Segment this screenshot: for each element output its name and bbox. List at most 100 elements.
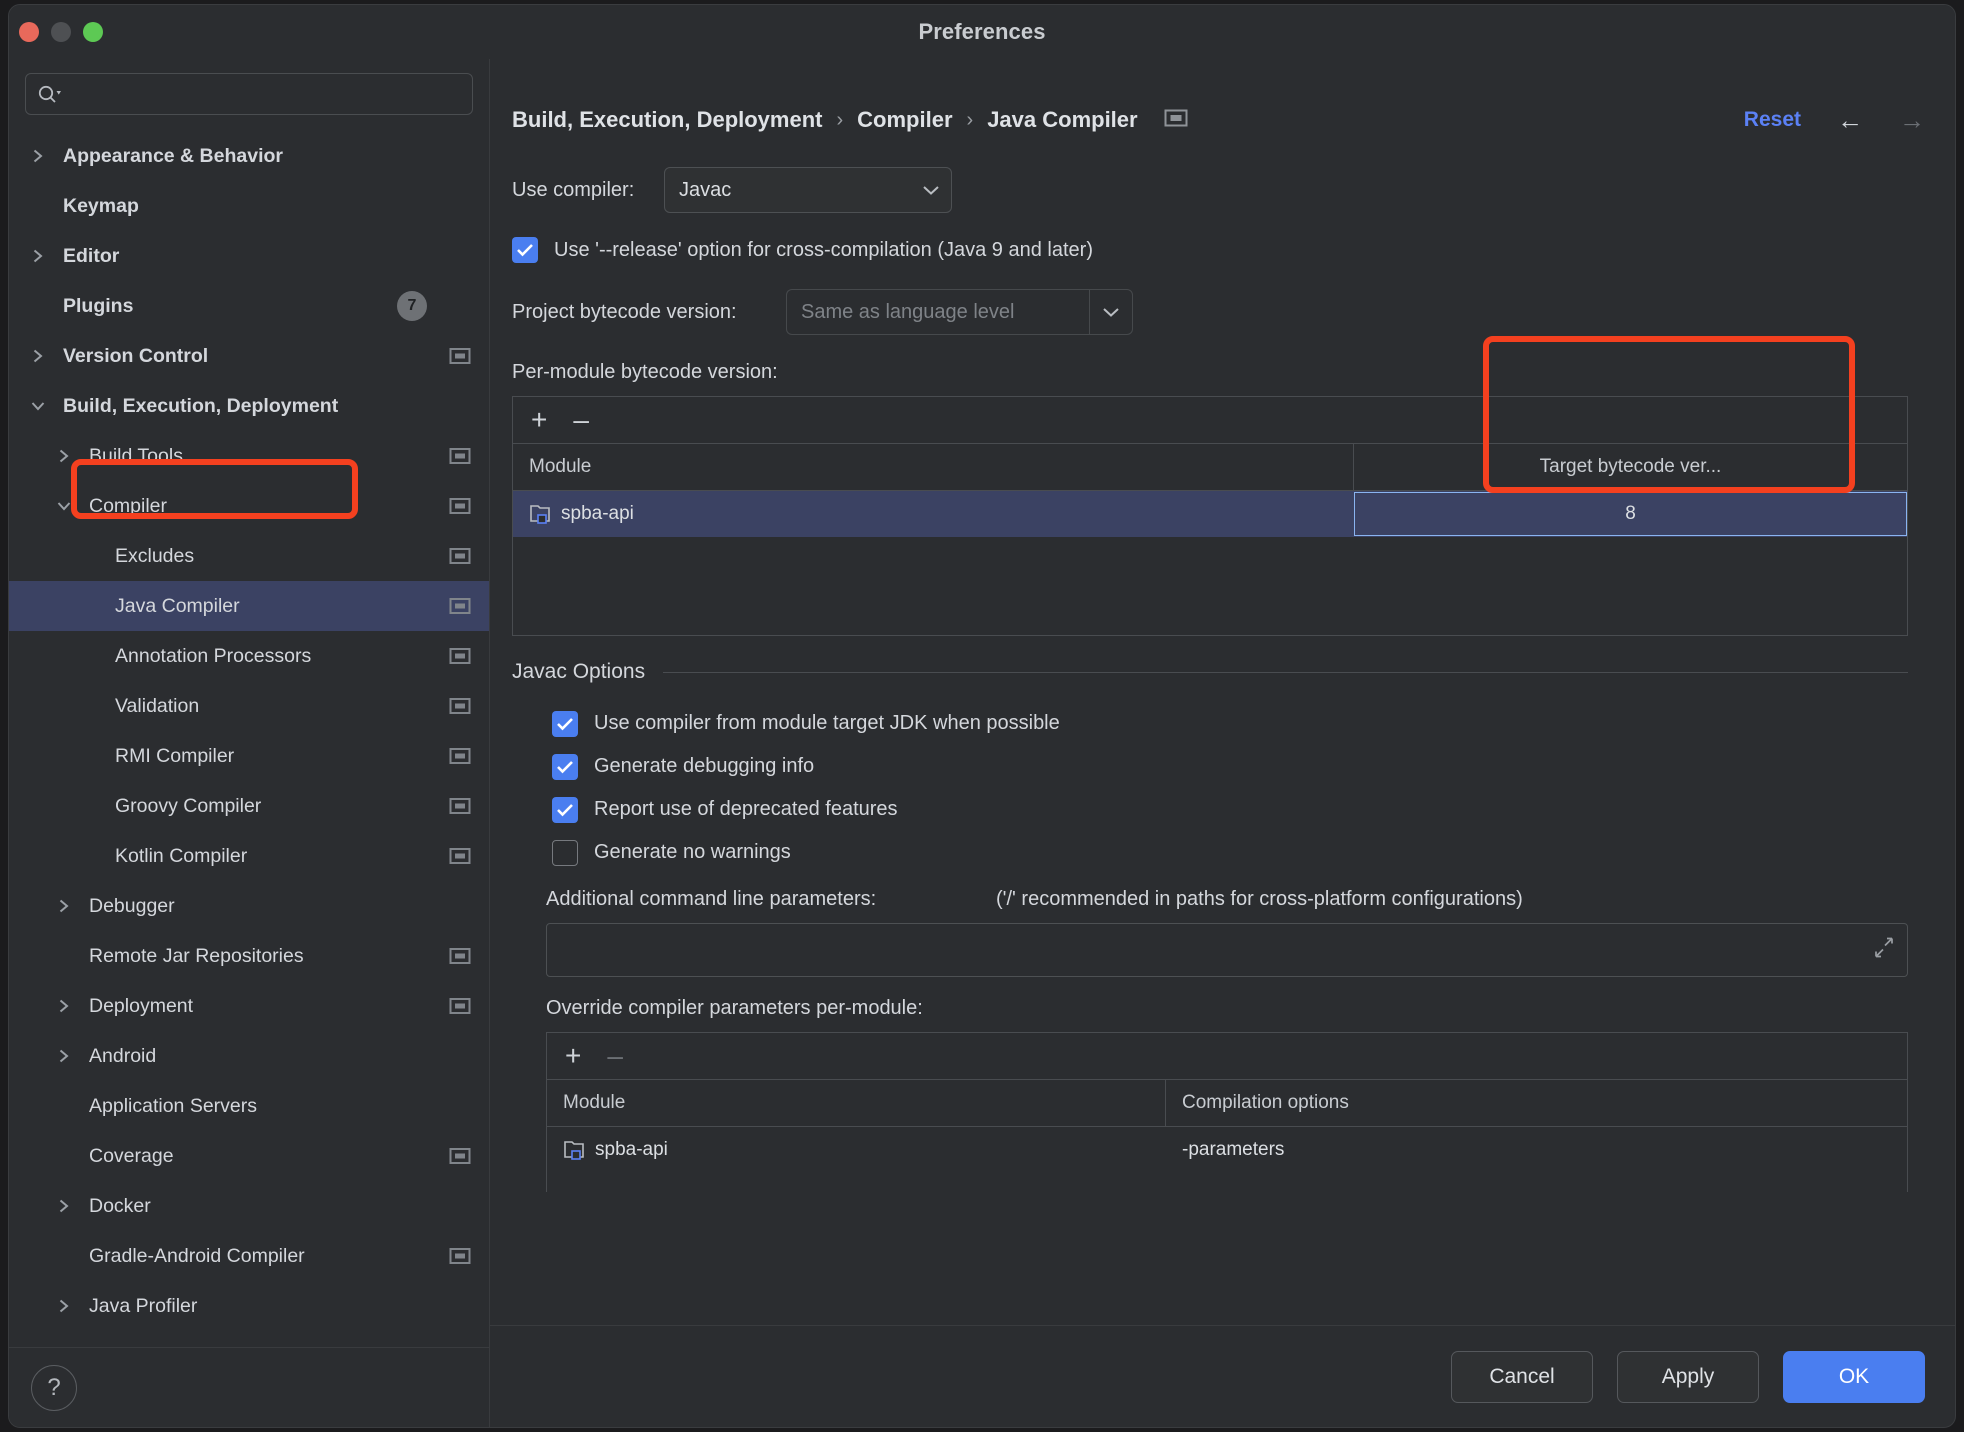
sidebar-item-build-tools[interactable]: Build Tools xyxy=(9,431,489,481)
close-window-button[interactable] xyxy=(19,22,39,42)
project-bytecode-value[interactable]: Same as language level xyxy=(786,289,1089,335)
chevron-right-icon[interactable] xyxy=(53,897,75,915)
chevron-right-icon[interactable] xyxy=(53,447,75,465)
project-scope-icon[interactable] xyxy=(447,696,473,716)
project-scope-icon[interactable] xyxy=(447,546,473,566)
project-bytecode-select[interactable]: Same as language level xyxy=(786,289,1133,335)
chevron-down-icon[interactable] xyxy=(53,498,75,514)
window-title: Preferences xyxy=(918,19,1046,44)
sidebar-item-compiler[interactable]: Compiler xyxy=(9,481,489,531)
override-col-module[interactable]: Module xyxy=(547,1092,1165,1114)
add-override-button[interactable]: + xyxy=(565,1042,581,1070)
minimize-window-button[interactable] xyxy=(51,22,71,42)
javac-option-row-3[interactable]: Generate no warnings xyxy=(552,831,1955,874)
project-scope-icon[interactable] xyxy=(447,646,473,666)
remove-module-button[interactable]: – xyxy=(573,406,589,434)
project-scope-icon[interactable] xyxy=(447,796,473,816)
sidebar-item-excludes[interactable]: Excludes xyxy=(9,531,489,581)
use-compiler-row: Use compiler: Javac xyxy=(512,167,1955,213)
sidebar-item-keymap[interactable]: Keymap xyxy=(9,181,489,231)
breadcrumb: Build, Execution, Deployment › Compiler … xyxy=(512,59,1955,133)
help-button[interactable]: ? xyxy=(31,1364,77,1411)
project-scope-icon[interactable] xyxy=(447,946,473,966)
chevron-right-icon[interactable] xyxy=(27,247,49,265)
project-scope-icon[interactable] xyxy=(447,846,473,866)
sidebar-item-label: Build, Execution, Deployment xyxy=(63,394,339,417)
javac-option-row-0[interactable]: Use compiler from module target JDK when… xyxy=(552,702,1955,745)
sidebar-item-java-profiler[interactable]: Java Profiler xyxy=(9,1281,489,1331)
table-row[interactable]: spba-api -parameters xyxy=(547,1127,1907,1173)
bytecode-target-editor[interactable]: 8 xyxy=(1354,492,1907,536)
bytecode-col-target[interactable]: Target bytecode ver... xyxy=(1354,456,1907,478)
sidebar-item-gradle-android-compiler[interactable]: Gradle-Android Compiler xyxy=(9,1231,489,1281)
javac-option-row-2[interactable]: Report use of deprecated features xyxy=(552,788,1955,831)
sidebar-item-appearance-behavior[interactable]: Appearance & Behavior xyxy=(9,131,489,181)
apply-button[interactable]: Apply xyxy=(1617,1350,1759,1403)
release-option-row[interactable]: Use '--release' option for cross-compila… xyxy=(512,237,1955,263)
override-col-options[interactable]: Compilation options xyxy=(1166,1092,1907,1114)
sidebar-item-annotation-processors[interactable]: Annotation Processors xyxy=(9,631,489,681)
additional-params-field[interactable] xyxy=(546,923,1908,977)
sidebar-item-android[interactable]: Android xyxy=(9,1031,489,1081)
project-bytecode-dropdown-icon[interactable] xyxy=(1089,289,1133,335)
sidebar-item-version-control[interactable]: Version Control xyxy=(9,331,489,381)
chevron-right-icon[interactable] xyxy=(53,1197,75,1215)
javac-option-checkbox-1[interactable] xyxy=(552,753,578,780)
sidebar-item-build-execution-deployment[interactable]: Build, Execution, Deployment xyxy=(9,381,489,431)
project-scope-icon[interactable] xyxy=(447,496,473,516)
sidebar-item-application-servers[interactable]: Application Servers xyxy=(9,1081,489,1131)
project-scope-icon[interactable] xyxy=(447,596,473,616)
chevron-right-icon[interactable] xyxy=(27,347,49,365)
project-scope-icon[interactable] xyxy=(447,1146,473,1166)
project-scope-icon[interactable] xyxy=(447,996,473,1016)
reset-button[interactable]: Reset xyxy=(1744,108,1801,132)
sidebar-item-deployment[interactable]: Deployment xyxy=(9,981,489,1031)
release-option-checkbox[interactable] xyxy=(512,237,538,263)
forward-arrow-icon[interactable]: → xyxy=(1899,107,1925,133)
javac-option-row-1[interactable]: Generate debugging info xyxy=(552,745,1955,788)
add-module-button[interactable]: + xyxy=(531,406,547,434)
back-arrow-icon[interactable]: ← xyxy=(1837,107,1863,133)
search-input[interactable] xyxy=(68,84,462,104)
javac-option-checkbox-0[interactable] xyxy=(552,710,578,737)
expand-editor-icon[interactable] xyxy=(1871,935,1897,966)
sidebar-item-kotlin-compiler[interactable]: Kotlin Compiler xyxy=(9,831,489,881)
bytecode-row-target: 8 xyxy=(1625,503,1636,524)
sidebar-item-validation[interactable]: Validation xyxy=(9,681,489,731)
sidebar-item-groovy-compiler[interactable]: Groovy Compiler xyxy=(9,781,489,831)
sidebar-item-plugins[interactable]: Plugins 7 xyxy=(9,281,489,331)
sidebar-item-java-compiler[interactable]: Java Compiler xyxy=(9,581,489,631)
bytecode-col-module[interactable]: Module xyxy=(513,456,1353,478)
sidebar-item-debugger[interactable]: Debugger xyxy=(9,881,489,931)
project-scope-icon[interactable] xyxy=(1164,108,1188,133)
chevron-down-icon[interactable] xyxy=(27,398,49,414)
chevron-right-icon[interactable] xyxy=(53,1047,75,1065)
sidebar-item-label: Compiler xyxy=(89,494,168,517)
use-compiler-select[interactable]: Javac xyxy=(664,167,952,213)
chevron-right-icon[interactable] xyxy=(53,997,75,1015)
cancel-button[interactable]: Cancel xyxy=(1451,1350,1593,1403)
project-scope-icon[interactable] xyxy=(447,746,473,766)
chevron-right-icon[interactable] xyxy=(53,1297,75,1315)
project-scope-icon[interactable] xyxy=(447,1246,473,1266)
javac-option-checkbox-3[interactable] xyxy=(552,839,578,866)
breadcrumb-item-0[interactable]: Build, Execution, Deployment xyxy=(512,107,822,133)
sidebar-item-remote-jar-repositories[interactable]: Remote Jar Repositories xyxy=(9,931,489,981)
sidebar-item-docker[interactable]: Docker xyxy=(9,1181,489,1231)
remove-override-button[interactable]: – xyxy=(607,1042,623,1070)
breadcrumb-item-1[interactable]: Compiler xyxy=(857,107,952,133)
project-bytecode-label: Project bytecode version: xyxy=(512,300,737,323)
project-scope-icon[interactable] xyxy=(447,346,473,366)
sidebar-item-coverage[interactable]: Coverage xyxy=(9,1131,489,1181)
project-scope-icon[interactable] xyxy=(447,446,473,466)
sidebar-item-rmi-compiler[interactable]: RMI Compiler xyxy=(9,731,489,781)
sidebar-item-label: Version Control xyxy=(63,344,209,367)
javac-option-checkbox-2[interactable] xyxy=(552,796,578,823)
table-row[interactable]: spba-api 8 xyxy=(513,491,1907,537)
search-box[interactable] xyxy=(25,73,473,115)
ok-button[interactable]: OK xyxy=(1783,1350,1925,1403)
chevron-right-icon[interactable] xyxy=(27,147,49,165)
override-table-header: Module Compilation options xyxy=(547,1079,1907,1127)
sidebar-item-editor[interactable]: Editor xyxy=(9,231,489,281)
maximize-window-button[interactable] xyxy=(83,22,103,42)
